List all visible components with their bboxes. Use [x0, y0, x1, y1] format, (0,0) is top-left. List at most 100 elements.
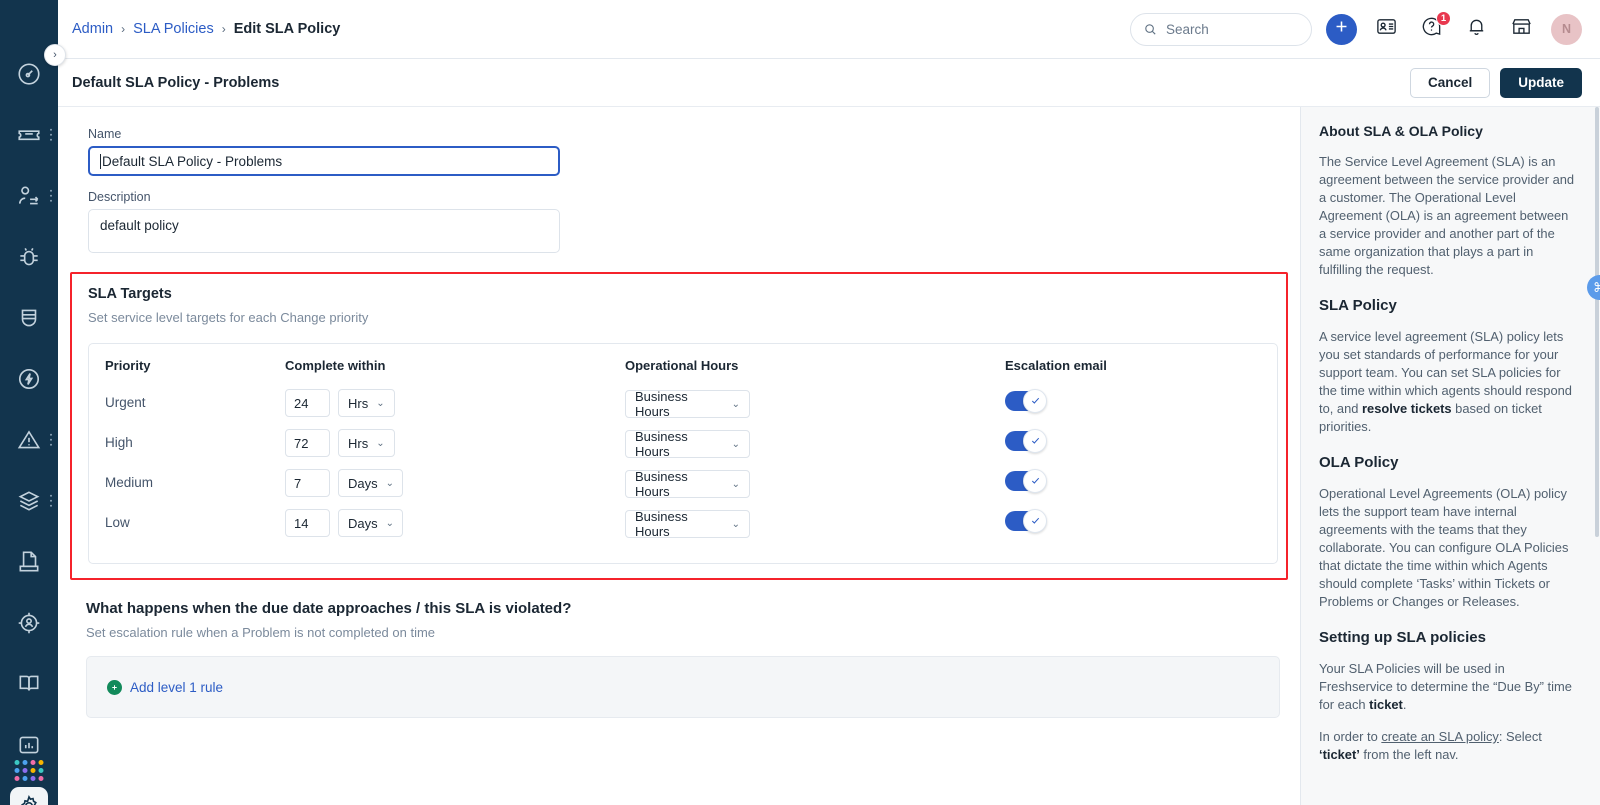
breadcrumb-sla-policies[interactable]: SLA Policies [133, 21, 214, 37]
priority-label: High [105, 435, 133, 450]
sidebar-more-dots[interactable] [49, 189, 52, 202]
warning-icon [16, 427, 42, 453]
toggle-knob [1023, 508, 1047, 533]
operational-hours-select[interactable]: Business Hours ⌄ [625, 389, 750, 419]
form-inner: Name Default SLA Policy - Problems Descr… [58, 127, 1300, 253]
sidebar-item-requesters[interactable] [0, 165, 58, 226]
sidebar-item-assets[interactable] [0, 470, 58, 531]
cancel-button[interactable]: Cancel [1409, 67, 1491, 98]
operational-hours-value: Business Hours [635, 469, 688, 499]
marketplace-button[interactable] [1506, 14, 1537, 45]
sidebar-item-changes[interactable] [0, 287, 58, 348]
sla-targets-card: Priority Complete within Operational Hou… [88, 343, 1278, 564]
duration-unit-select[interactable]: Hrs ⌄ [338, 389, 395, 417]
help-setup-body-3: In order to [1319, 729, 1382, 744]
priority-label: Medium [105, 475, 154, 490]
escalation-email-toggle[interactable] [1005, 388, 1047, 413]
sidebar-item-solutions[interactable] [0, 653, 58, 714]
duration-unit-select[interactable]: Days ⌄ [338, 509, 403, 537]
sla-targets-section: SLA Targets Set service level targets fo… [70, 272, 1288, 580]
avatar[interactable]: N [1551, 13, 1582, 45]
operational-hours-select[interactable]: Business Hours ⌄ [625, 429, 750, 459]
bug-icon [16, 244, 42, 270]
sidebar-more-dots[interactable] [49, 433, 52, 446]
help-sla-body-bold: resolve tickets [1362, 401, 1452, 416]
form-content: Name Default SLA Policy - Problems Descr… [58, 107, 1300, 805]
chevron-right-icon[interactable]: › [44, 44, 66, 66]
operational-hours-value: Business Hours [635, 509, 688, 539]
duration-input[interactable]: 7 [285, 469, 330, 497]
help-setup-body-4: : Select [1498, 729, 1542, 744]
shield-icon [16, 305, 42, 331]
duration-unit-value: Hrs [348, 395, 369, 411]
update-button[interactable]: Update [1500, 67, 1582, 98]
chevron-down-icon: ⌄ [731, 438, 740, 450]
description-label: Description [88, 190, 151, 204]
search-placeholder: Search [1166, 21, 1209, 37]
sla-targets-table: Priority Complete within Operational Hou… [105, 358, 1261, 543]
sidebar-item-alerts[interactable] [0, 409, 58, 470]
escalation-title: What happens when the due date approache… [86, 600, 572, 617]
user-target-icon [16, 610, 42, 636]
help-button[interactable]: 1 [1416, 10, 1451, 45]
help-setup-body-5: from the left nav. [1359, 747, 1459, 762]
sidebar-more-dots[interactable] [49, 128, 52, 141]
duration-unit-select[interactable]: Days ⌄ [338, 469, 403, 497]
top-bar-actions: Search 1 N [1130, 10, 1582, 46]
ticket-icon [16, 122, 42, 148]
create-sla-policy-link[interactable]: create an SLA policy [1381, 729, 1499, 744]
plus-icon [1333, 18, 1350, 40]
duration-input[interactable]: 14 [285, 509, 330, 537]
check-icon [1031, 517, 1039, 524]
breadcrumb-current: Edit SLA Policy [233, 21, 341, 37]
duration-input[interactable]: 24 [285, 389, 330, 417]
sidebar-item-problems[interactable] [0, 226, 58, 287]
notifications-button[interactable] [1461, 14, 1492, 45]
add-button[interactable] [1326, 13, 1357, 45]
add-rule-label: Add level 1 rule [130, 679, 224, 695]
description-field[interactable]: default policy [88, 209, 560, 253]
check-icon [1031, 437, 1039, 444]
search-icon [1143, 22, 1158, 37]
sla-targets-subtitle: Set service level targets for each Chang… [88, 310, 369, 325]
search-input[interactable]: Search [1130, 12, 1312, 46]
help-panel: About SLA & OLA Policy The Service Level… [1300, 107, 1600, 805]
app-grid-icon[interactable] [14, 760, 44, 781]
operational-hours-select[interactable]: Business Hours ⌄ [625, 509, 750, 539]
operational-hours-select[interactable]: Business Hours ⌄ [625, 469, 750, 499]
sidebar-more-dots[interactable] [49, 494, 52, 507]
sidebar-item-contracts[interactable] [0, 531, 58, 592]
breadcrumb-admin[interactable]: Admin [72, 21, 113, 37]
duration-unit-select[interactable]: Hrs ⌄ [338, 429, 395, 457]
chevron-down-icon: ⌄ [376, 437, 385, 449]
escalation-subtitle: Set escalation rule when a Problem is no… [86, 625, 436, 640]
help-panel-scrollbar[interactable] [1595, 107, 1599, 537]
contacts-button[interactable] [1371, 14, 1402, 45]
escalation-email-toggle[interactable] [1005, 428, 1047, 453]
name-field[interactable]: Default SLA Policy - Problems [88, 146, 560, 176]
page-title: Default SLA Policy - Problems [72, 74, 280, 91]
sidebar-item-tickets[interactable] [0, 104, 58, 165]
breadcrumb-separator: › [121, 22, 126, 36]
chevron-down-icon: ⌄ [731, 398, 740, 410]
col-header-complete-within: Complete within [285, 358, 386, 373]
plus-circle-icon [107, 679, 122, 695]
command-key-icon[interactable]: ⌘ [1587, 275, 1600, 300]
escalation-email-toggle[interactable] [1005, 468, 1047, 493]
add-level-1-rule-button[interactable]: Add level 1 rule [107, 679, 224, 695]
duration-input[interactable]: 72 [285, 429, 330, 457]
help-panel-heading: About SLA & OLA Policy [1319, 123, 1483, 139]
table-row: Medium 7 Days ⌄ Business Hours ⌄ [105, 463, 1261, 503]
content-wrapper: Name Default SLA Policy - Problems Descr… [58, 107, 1600, 805]
breadcrumb-separator: › [221, 22, 226, 36]
description-field-value: default policy [100, 218, 179, 233]
check-icon [1031, 477, 1039, 484]
sidebar-item-releases[interactable] [0, 348, 58, 409]
chevron-down-icon: ⌄ [385, 477, 395, 489]
help-ola-body: Operational Level Agreements (OLA) polic… [1319, 486, 1569, 609]
sidebar-item-workspace[interactable] [0, 592, 58, 653]
complete-within-group: 14 Days ⌄ [285, 509, 625, 537]
table-row: Low 14 Days ⌄ Business Hours ⌄ [105, 503, 1261, 543]
escalation-email-toggle[interactable] [1005, 508, 1047, 533]
book-icon [16, 671, 42, 697]
